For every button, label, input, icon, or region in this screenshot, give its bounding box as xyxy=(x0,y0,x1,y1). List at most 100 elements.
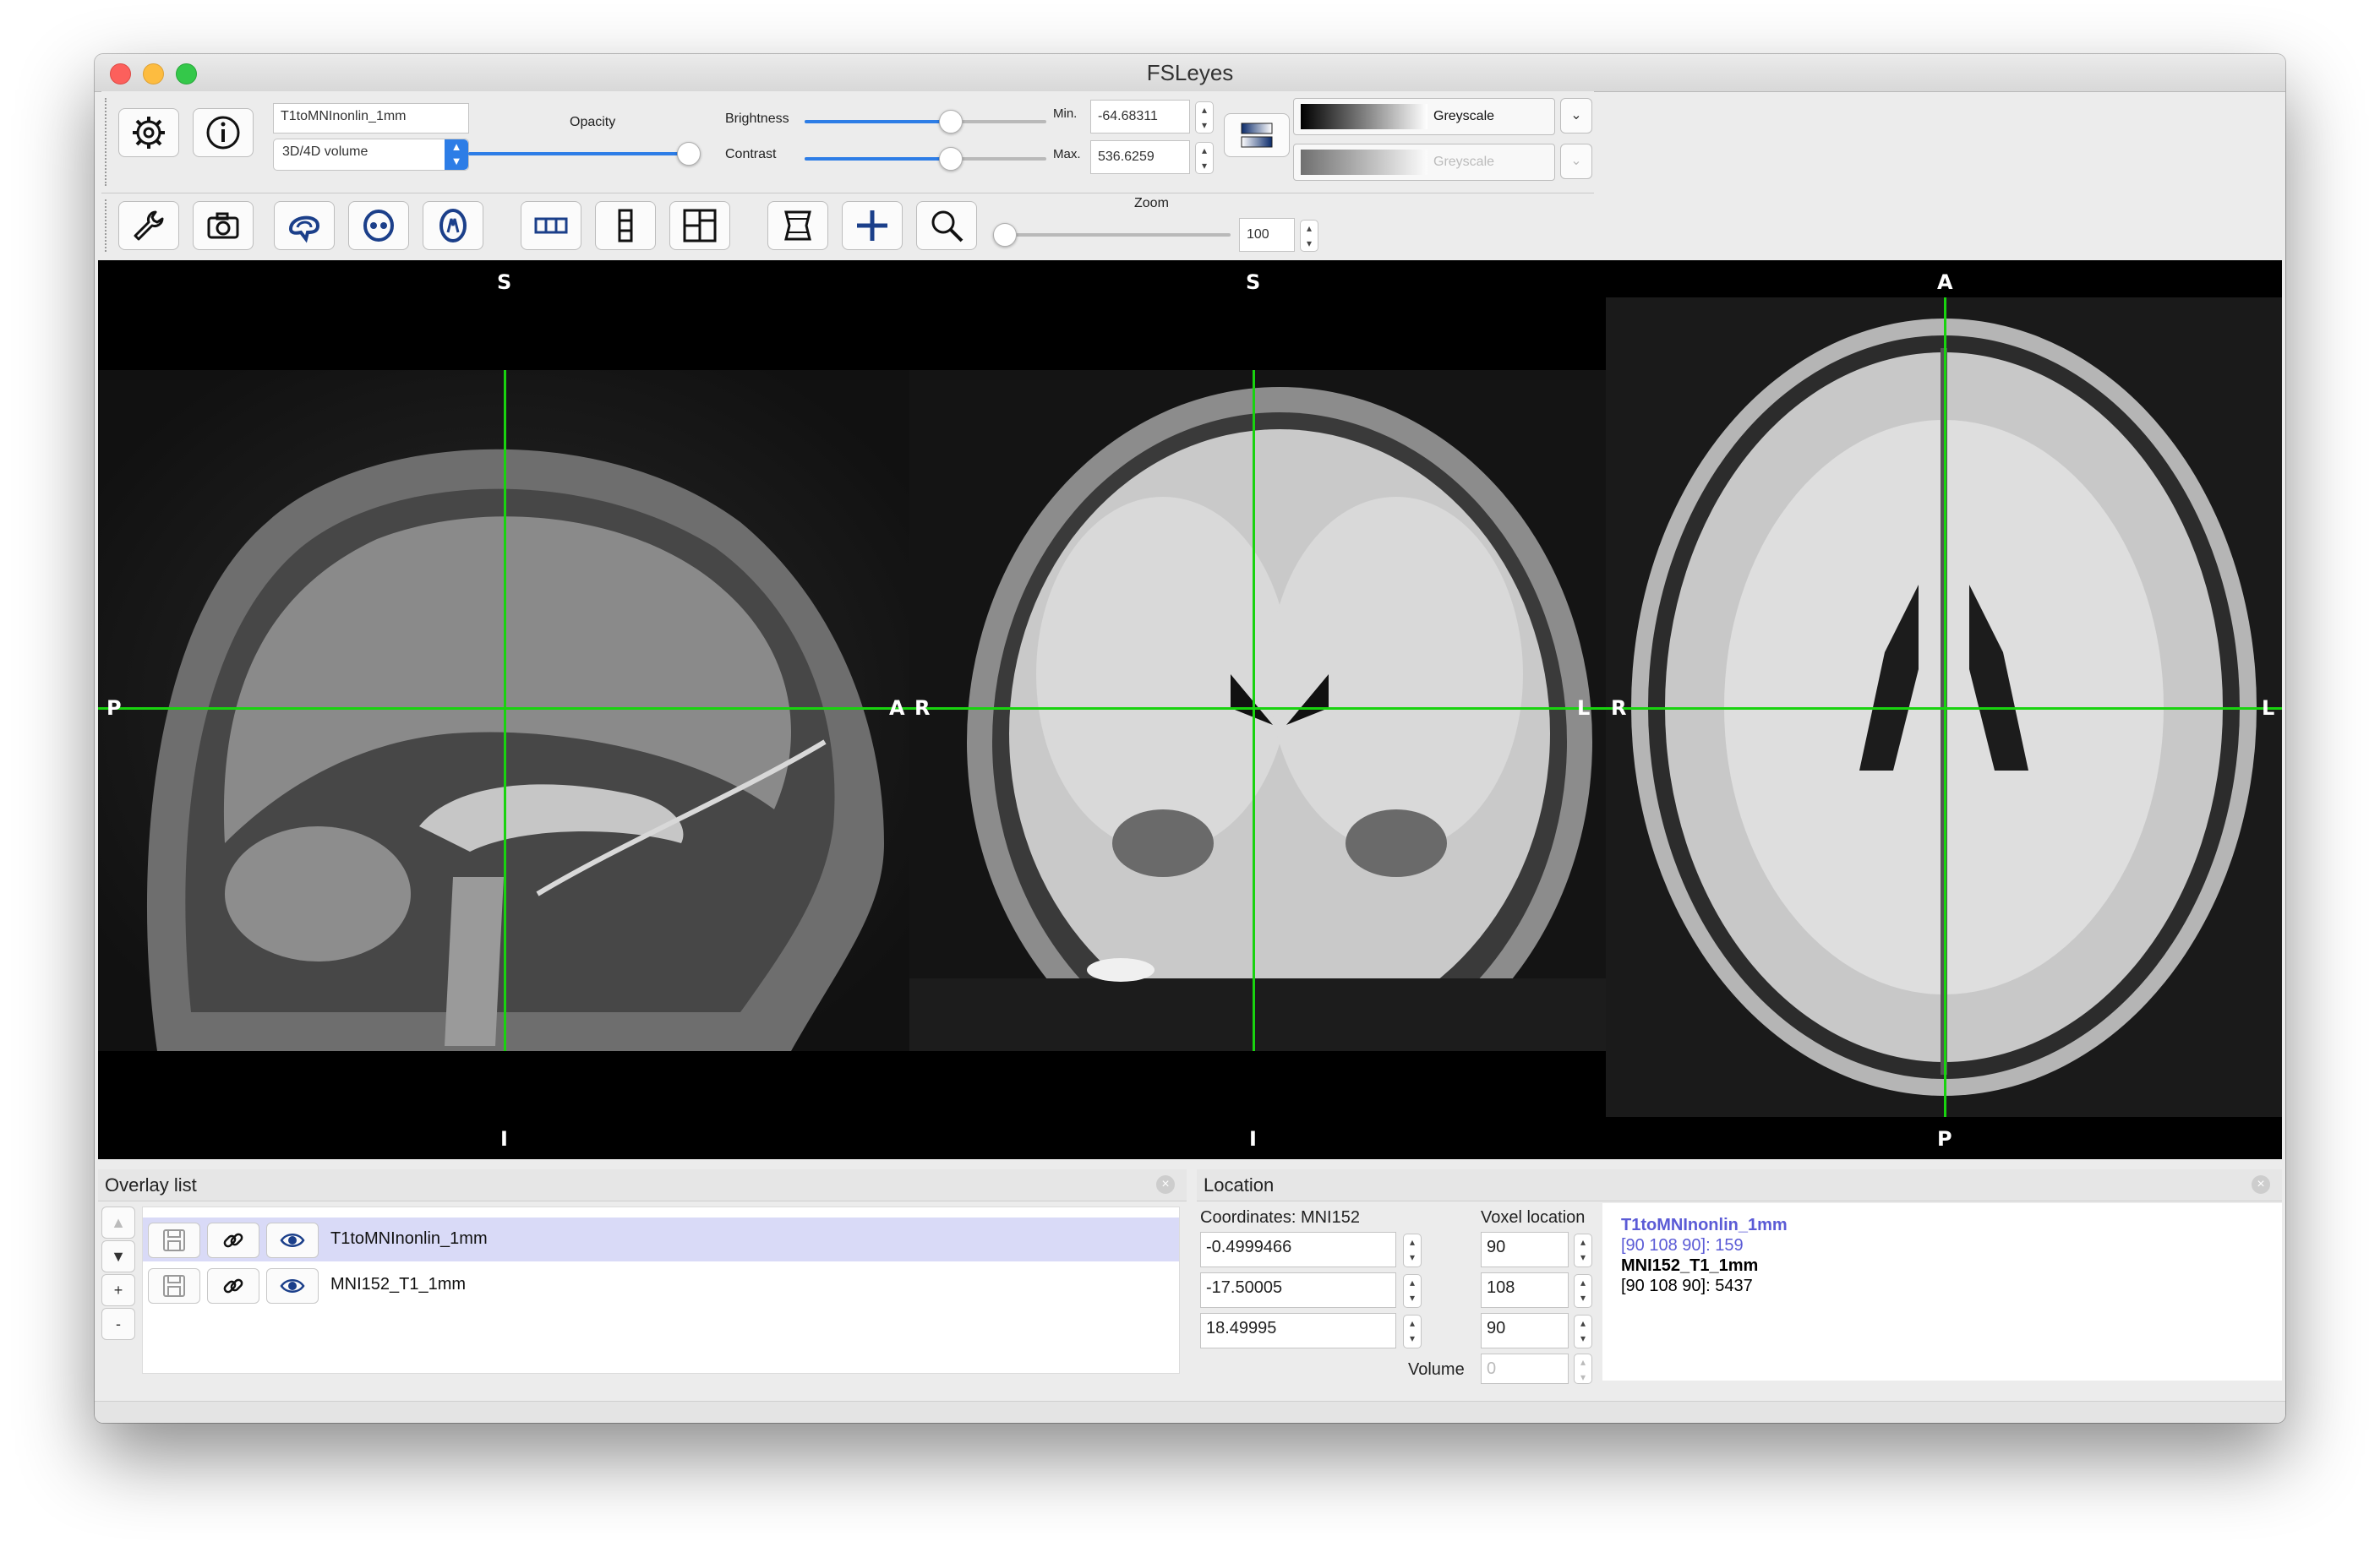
toggle-visibility-button[interactable] xyxy=(266,1223,319,1258)
zoom-stepper[interactable]: ▴ ▾ xyxy=(1300,220,1318,252)
view-settings-button[interactable] xyxy=(118,201,179,250)
info-overlay-name: MNI152_T1_1mm xyxy=(1621,1256,1759,1275)
contrast-slider-knob[interactable] xyxy=(938,147,963,171)
link-overlay-button[interactable] xyxy=(207,1268,259,1304)
overlay-list-title: Overlay list xyxy=(98,1169,1187,1201)
move-overlay-down-button[interactable]: ▼ xyxy=(101,1240,135,1272)
zoom-slider[interactable] xyxy=(993,223,1231,247)
opacity-slider-knob[interactable] xyxy=(677,142,701,166)
brightness-slider-fill xyxy=(805,120,950,123)
move-overlay-up-button[interactable]: ▲ xyxy=(101,1207,135,1239)
floppy-disk-icon xyxy=(163,1229,185,1251)
volume-input[interactable]: 0 xyxy=(1481,1354,1569,1384)
crosshair-plus-icon xyxy=(857,210,887,241)
close-icon: × xyxy=(2257,1177,2265,1191)
close-overlay-list-button[interactable]: × xyxy=(1156,1175,1175,1194)
save-overlay-button[interactable] xyxy=(148,1268,200,1304)
overlay-settings-button[interactable] xyxy=(118,108,179,157)
layout-horizontal-button[interactable] xyxy=(521,201,581,250)
min-stepper[interactable]: ▴ ▾ xyxy=(1195,101,1214,133)
overlay-type-select[interactable]: 3D/4D volume ▲ ▼ xyxy=(273,139,469,171)
ortho-canvas[interactable]: S I P A S I R L A P R L xyxy=(98,260,2282,1159)
wrench-icon xyxy=(134,210,164,241)
axial-top-label: A xyxy=(1937,270,1953,294)
voxel-x-stepper[interactable]: ▴ ▾ xyxy=(1574,1234,1592,1267)
toggle-axial-button[interactable] xyxy=(423,201,483,250)
negative-colourmap-gradient xyxy=(1301,150,1427,175)
toggle-cursor-button[interactable] xyxy=(842,201,903,250)
overlay-name-field[interactable]: T1toMNInonlin_1mm xyxy=(273,103,469,133)
coordinate-y-stepper[interactable]: ▴ ▾ xyxy=(1403,1274,1422,1308)
overlay-list-item[interactable]: T1toMNInonlin_1mm xyxy=(143,1218,1179,1261)
brightness-slider-knob[interactable] xyxy=(938,110,963,133)
coronal-brain-image xyxy=(909,370,1650,1051)
voxel-z-stepper[interactable]: ▴ ▾ xyxy=(1574,1315,1592,1348)
coronal-top-label: S xyxy=(1246,270,1261,294)
opacity-slider-fill xyxy=(468,152,688,155)
coronal-brain-icon xyxy=(363,210,394,242)
sagittal-left-label: P xyxy=(106,696,122,720)
eye-icon xyxy=(280,1234,305,1247)
zoom-input[interactable]: 100 xyxy=(1239,218,1295,252)
camera-icon xyxy=(207,212,239,239)
title-bar: FSLeyes xyxy=(95,54,2285,92)
opacity-label: Opacity xyxy=(570,115,616,129)
zoom-slider-knob[interactable] xyxy=(993,223,1017,247)
display-range-max-input[interactable]: 536.6259 xyxy=(1090,140,1190,174)
axial-bottom-label: P xyxy=(1937,1127,1952,1151)
voxel-z-input[interactable]: 90 xyxy=(1481,1313,1569,1348)
remove-overlay-button[interactable]: - xyxy=(101,1308,135,1340)
coordinate-z-input[interactable]: 18.49995 xyxy=(1200,1313,1396,1348)
overlay-info-button[interactable] xyxy=(193,108,254,157)
voxel-x-input[interactable]: 90 xyxy=(1481,1232,1569,1267)
colourmap-select[interactable]: Greyscale xyxy=(1293,98,1555,135)
voxel-y-stepper[interactable]: ▴ ▾ xyxy=(1574,1274,1592,1308)
overlay-list-item[interactable]: MNI152_T1_1mm xyxy=(143,1263,1179,1307)
coordinate-x-stepper[interactable]: ▴ ▾ xyxy=(1403,1234,1422,1267)
sagittal-right-label: A xyxy=(889,696,905,720)
coordinate-z-stepper[interactable]: ▴ ▾ xyxy=(1403,1315,1422,1348)
overlay-type-value: 3D/4D volume xyxy=(282,144,368,159)
negative-colourmap-name: Greyscale xyxy=(1433,155,1495,169)
zoom-label: Zoom xyxy=(1134,196,1169,210)
toggle-visibility-button[interactable] xyxy=(266,1268,319,1304)
toggle-coronal-button[interactable] xyxy=(348,201,409,250)
layout-vertical-icon xyxy=(618,209,633,242)
coronal-view[interactable] xyxy=(909,370,1650,1051)
contrast-slider[interactable] xyxy=(805,147,1046,171)
display-range-min-input[interactable]: -64.68311 xyxy=(1090,100,1190,133)
toggle-sagittal-button[interactable] xyxy=(274,201,335,250)
negative-colourmap-select[interactable]: Greyscale xyxy=(1293,144,1555,181)
brightness-slider[interactable] xyxy=(805,110,1046,133)
link-overlay-button[interactable] xyxy=(207,1223,259,1258)
layout-grid-button[interactable] xyxy=(669,201,730,250)
axial-left-label: R xyxy=(1611,696,1627,720)
reset-zoom-button[interactable] xyxy=(916,201,977,250)
magnifier-icon xyxy=(931,210,963,242)
toolbar-grip[interactable] xyxy=(105,98,112,186)
voxel-y-input[interactable]: 108 xyxy=(1481,1272,1569,1308)
toolbar-grip[interactable] xyxy=(105,199,112,252)
invert-colourmap-button[interactable] xyxy=(1224,113,1290,157)
movie-mode-button[interactable] xyxy=(767,201,828,250)
screenshot-button[interactable] xyxy=(193,201,254,250)
info-overlay-name: T1toMNInonlin_1mm xyxy=(1621,1216,1788,1234)
coordinate-x-input[interactable]: -0.4999466 xyxy=(1200,1232,1396,1267)
coordinate-y-input[interactable]: -17.50005 xyxy=(1200,1272,1396,1308)
save-overlay-button[interactable] xyxy=(148,1223,200,1258)
max-stepper[interactable]: ▴ ▾ xyxy=(1195,142,1214,174)
status-bar xyxy=(95,1401,2285,1423)
colourmap-dropdown-button[interactable]: ⌄ xyxy=(1560,98,1592,133)
layout-vertical-button[interactable] xyxy=(595,201,656,250)
opacity-slider[interactable] xyxy=(468,142,701,166)
coronal-right-label: L xyxy=(1577,696,1591,720)
volume-stepper[interactable]: ▴ ▾ xyxy=(1574,1354,1592,1384)
coordinates-label: Coordinates: MNI152 xyxy=(1200,1208,1360,1227)
add-overlay-button[interactable]: + xyxy=(101,1274,135,1306)
overlay-name: T1toMNInonlin_1mm xyxy=(330,1229,488,1248)
colourmap-invert-icon xyxy=(1241,123,1273,148)
negative-colourmap-dropdown-button[interactable]: ⌄ xyxy=(1560,144,1592,179)
close-location-button[interactable]: × xyxy=(2252,1175,2270,1194)
sagittal-brain-icon xyxy=(288,215,320,243)
volume-label: Volume xyxy=(1408,1360,1465,1379)
